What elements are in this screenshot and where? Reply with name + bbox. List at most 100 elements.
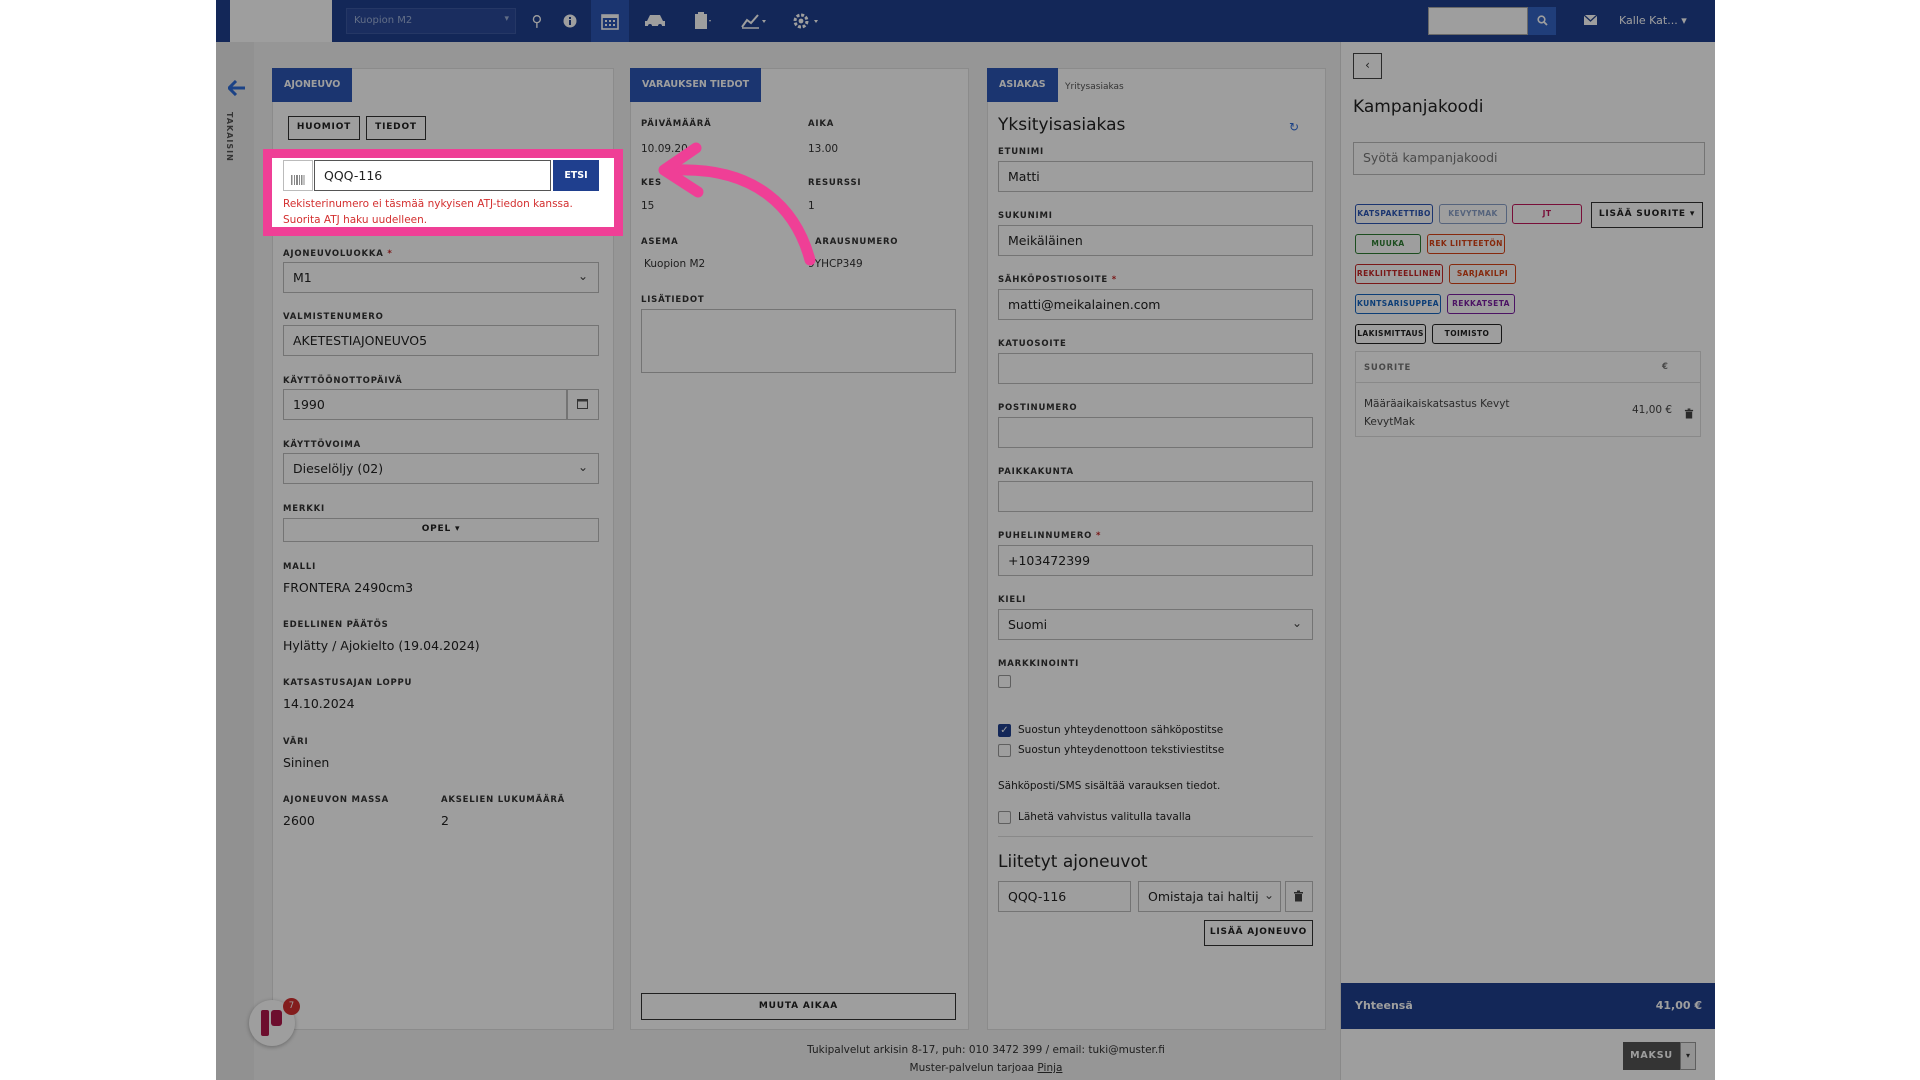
phone-input[interactable]: +103472399 [998, 545, 1313, 576]
phone-label: PUHELINNUMERO * [998, 531, 1102, 541]
location-select[interactable]: Kuopion M2 ▾ [346, 8, 516, 34]
booking-notes-textarea[interactable] [641, 309, 956, 373]
service-chip[interactable]: TOIMISTO [1432, 324, 1502, 344]
linked-role-select[interactable]: Omistaja tai haltij ⌄ [1138, 881, 1281, 912]
service-chip[interactable]: SARJAKILPI [1449, 264, 1516, 284]
search-icon[interactable]: ⚲ [522, 0, 552, 42]
trash-icon[interactable] [1285, 881, 1313, 912]
add-vehicle-button[interactable]: LISÄÄ AJONEUVO [1204, 920, 1313, 946]
service-chip[interactable]: KATSPAKETTIBO [1355, 204, 1433, 224]
chevron-left-icon[interactable]: ‹ [1353, 53, 1382, 79]
pay-button[interactable]: MAKSU [1623, 1042, 1680, 1070]
chevron-down-icon: ▾ [504, 14, 509, 24]
calendar-icon[interactable] [591, 0, 629, 42]
car-icon[interactable] [638, 0, 672, 42]
date-input[interactable]: 1990 [283, 389, 567, 420]
tab-vehicle[interactable]: AJONEUVO [272, 68, 353, 102]
campaign-code-input[interactable]: Syötä kampanjakoodi [1353, 142, 1705, 175]
provider-link[interactable]: Pinja [1037, 1062, 1062, 1074]
marketing-checkbox[interactable] [998, 675, 1011, 688]
global-search-button[interactable] [1528, 7, 1556, 35]
class-select[interactable]: M1 ⌄ [283, 262, 599, 293]
app-logo[interactable] [230, 0, 332, 42]
chevron-down-icon: ⌄ [577, 269, 588, 283]
chart-icon[interactable] [736, 0, 772, 42]
booking-notes-label: LISÄTIEDOT [641, 295, 705, 305]
zip-label: POSTINUMERO [998, 403, 1078, 413]
last-name-label: SUKUNIMI [998, 211, 1053, 221]
back-rail[interactable]: TAKAISIN [216, 42, 254, 1080]
calendar-icon[interactable] [567, 389, 599, 420]
make-select[interactable]: OPEL ▾ [283, 518, 599, 542]
notes-button[interactable]: HUOMIOT [288, 116, 360, 140]
campaign-title: Kampanjakoodi [1353, 97, 1484, 117]
barcode-icon[interactable] [283, 160, 313, 191]
tab-booking[interactable]: VARAUKSEN TIEDOT [630, 68, 762, 102]
email-input[interactable]: matti@meikalainen.com [998, 289, 1313, 320]
street-input[interactable] [998, 353, 1313, 384]
consent-sms-label: Suostun yhteydenottoon tekstiviestitse [1018, 744, 1225, 756]
tab-company-customer[interactable]: Yritysasiakas [1065, 82, 1124, 92]
service-chip[interactable]: KUNTSARISUPPEA [1355, 294, 1441, 314]
language-select[interactable]: Suomi ⌄ [998, 609, 1313, 640]
consent-sms-checkbox[interactable] [998, 744, 1011, 757]
date-label: KÄYTTÖÖNOTTOPÄIVÄ [283, 376, 403, 386]
change-time-button[interactable]: MUUTA AIKAA [641, 993, 956, 1020]
add-service-label: LISÄÄ SUORITE [1598, 209, 1686, 219]
model-value: FRONTERA 2490cm3 [283, 580, 414, 595]
linked-reg-input[interactable]: QQQ-116 [998, 881, 1131, 912]
back-label[interactable]: TAKAISIN [225, 112, 234, 162]
refresh-icon[interactable]: ↻ [1289, 120, 1299, 134]
mail-icon[interactable] [1583, 0, 1598, 42]
trash-icon[interactable] [1684, 404, 1694, 423]
service-chip[interactable]: REKLIITTEELLINEN [1355, 264, 1443, 284]
info-note: Sähköposti/SMS sisältää varauksen tiedot… [998, 780, 1221, 792]
fuel-select[interactable]: Dieselöljy (02) ⌄ [283, 453, 599, 484]
info-button[interactable]: TIEDOT [366, 116, 426, 140]
user-menu[interactable]: Kalle Kat... ▾ [1619, 0, 1687, 42]
add-service-button[interactable]: LISÄÄ SUORITE ▾ [1591, 202, 1703, 228]
app-window: Kuopion M2 ▾ ⚲ Kalle Kat... ▾ TAKAISIN A… [216, 0, 1715, 1080]
service-chip[interactable]: REKKATSETA [1447, 294, 1515, 314]
total-value: 41,00 € [1655, 999, 1702, 1012]
inspection-end-value: 14.10.2024 [283, 696, 355, 711]
arrow-left-icon[interactable] [226, 77, 246, 101]
service-chip[interactable]: MUUKA [1355, 234, 1421, 254]
zip-input[interactable] [998, 417, 1313, 448]
user-name: Kalle Kat... [1619, 14, 1678, 27]
mass-value: 2600 [283, 813, 315, 828]
service-chip[interactable]: LAKISMITTAUS [1355, 324, 1426, 344]
city-input[interactable] [998, 481, 1313, 512]
service-chip[interactable]: REK LIITTEETÖN [1427, 234, 1505, 254]
total-label: Yhteensä [1355, 999, 1413, 1012]
chevron-down-icon: ⌄ [577, 460, 588, 474]
service-chip[interactable]: KEVYTMAK [1439, 204, 1507, 224]
service-price: 41,00 € [1632, 404, 1673, 416]
global-search-input[interactable] [1428, 7, 1528, 35]
consent-email-checkbox[interactable]: ✓ [998, 724, 1011, 737]
prev-decision-value: Hylätty / Ajokielto (19.04.2024) [283, 638, 480, 653]
divider [998, 836, 1313, 837]
service-header-label: SUORITE [1364, 363, 1412, 373]
info-icon[interactable] [555, 0, 585, 42]
search-button[interactable]: ETSI [553, 160, 599, 191]
service-chip[interactable]: JT [1512, 204, 1582, 224]
street-label: KATUOSOITE [998, 339, 1067, 349]
linked-vehicles-heading: Liitetyt ajoneuvot [998, 852, 1148, 872]
clipboard-icon[interactable] [686, 0, 720, 42]
gear-icon[interactable] [788, 0, 824, 42]
prev-decision-label: EDELLINEN PÄÄTÖS [283, 620, 389, 630]
city-label: PAIKKAKUNTA [998, 467, 1074, 477]
first-name-input[interactable]: Matti [998, 161, 1313, 192]
last-name-input[interactable]: Meikäläinen [998, 225, 1313, 256]
arrow-annotation-icon [658, 142, 816, 266]
tab-customer[interactable]: ASIAKAS [987, 68, 1058, 102]
footer-support: Tukipalvelut arkisin 8-17, puh: 010 3472… [807, 1044, 1165, 1056]
chevron-down-icon: ▾ [1681, 14, 1687, 27]
vin-input[interactable]: AKETESTIAJONEUVO5 [283, 325, 599, 356]
registration-input[interactable]: QQQ-116 [314, 160, 551, 191]
pay-options-chevron-icon[interactable]: ▾ [1680, 1042, 1696, 1070]
send-confirm-checkbox[interactable] [998, 811, 1011, 824]
class-value: M1 [293, 270, 312, 285]
service-table-header: SUORITE € [1356, 352, 1700, 383]
